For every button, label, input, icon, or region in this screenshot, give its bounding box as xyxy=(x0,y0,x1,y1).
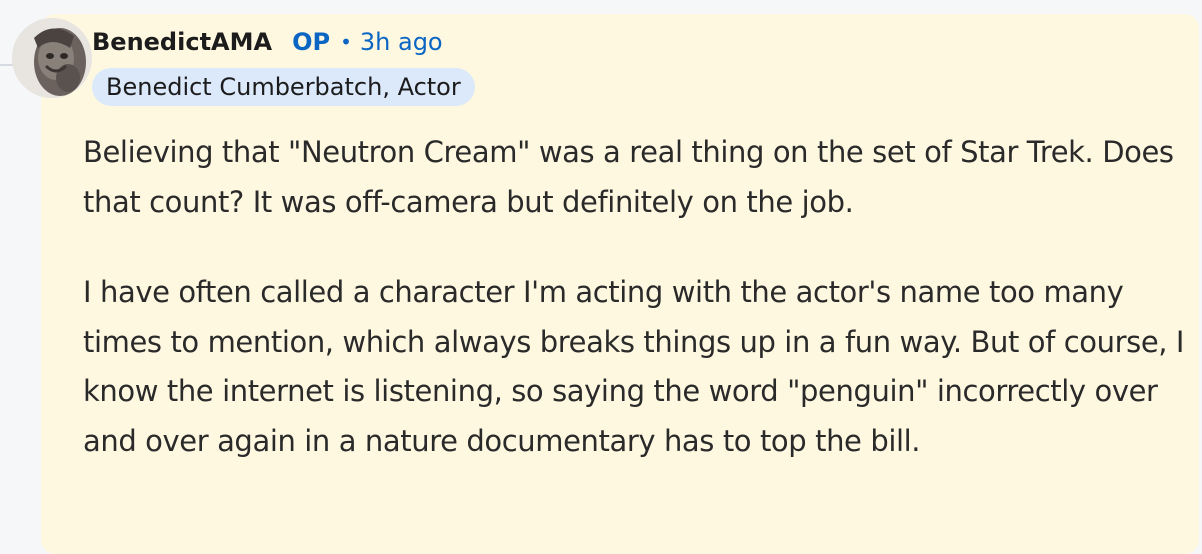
comment-paragraph: I have often called a character I'm acti… xyxy=(83,275,1185,458)
comment-header: BenedictAMA OP • 3h ago xyxy=(92,24,443,60)
user-avatar[interactable] xyxy=(12,18,92,98)
op-badge: OP xyxy=(292,28,331,56)
avatar-image xyxy=(12,18,92,98)
author-username[interactable]: BenedictAMA xyxy=(92,28,272,56)
comment-paragraph: Believing that "Neutron Cream" was a rea… xyxy=(83,135,1174,219)
comment-body: Believing that "Neutron Cream" was a rea… xyxy=(83,128,1188,466)
comment-timestamp[interactable]: 3h ago xyxy=(360,28,443,56)
user-flair: Benedict Cumberbatch, Actor xyxy=(92,68,475,106)
separator-dot: • xyxy=(340,30,352,54)
